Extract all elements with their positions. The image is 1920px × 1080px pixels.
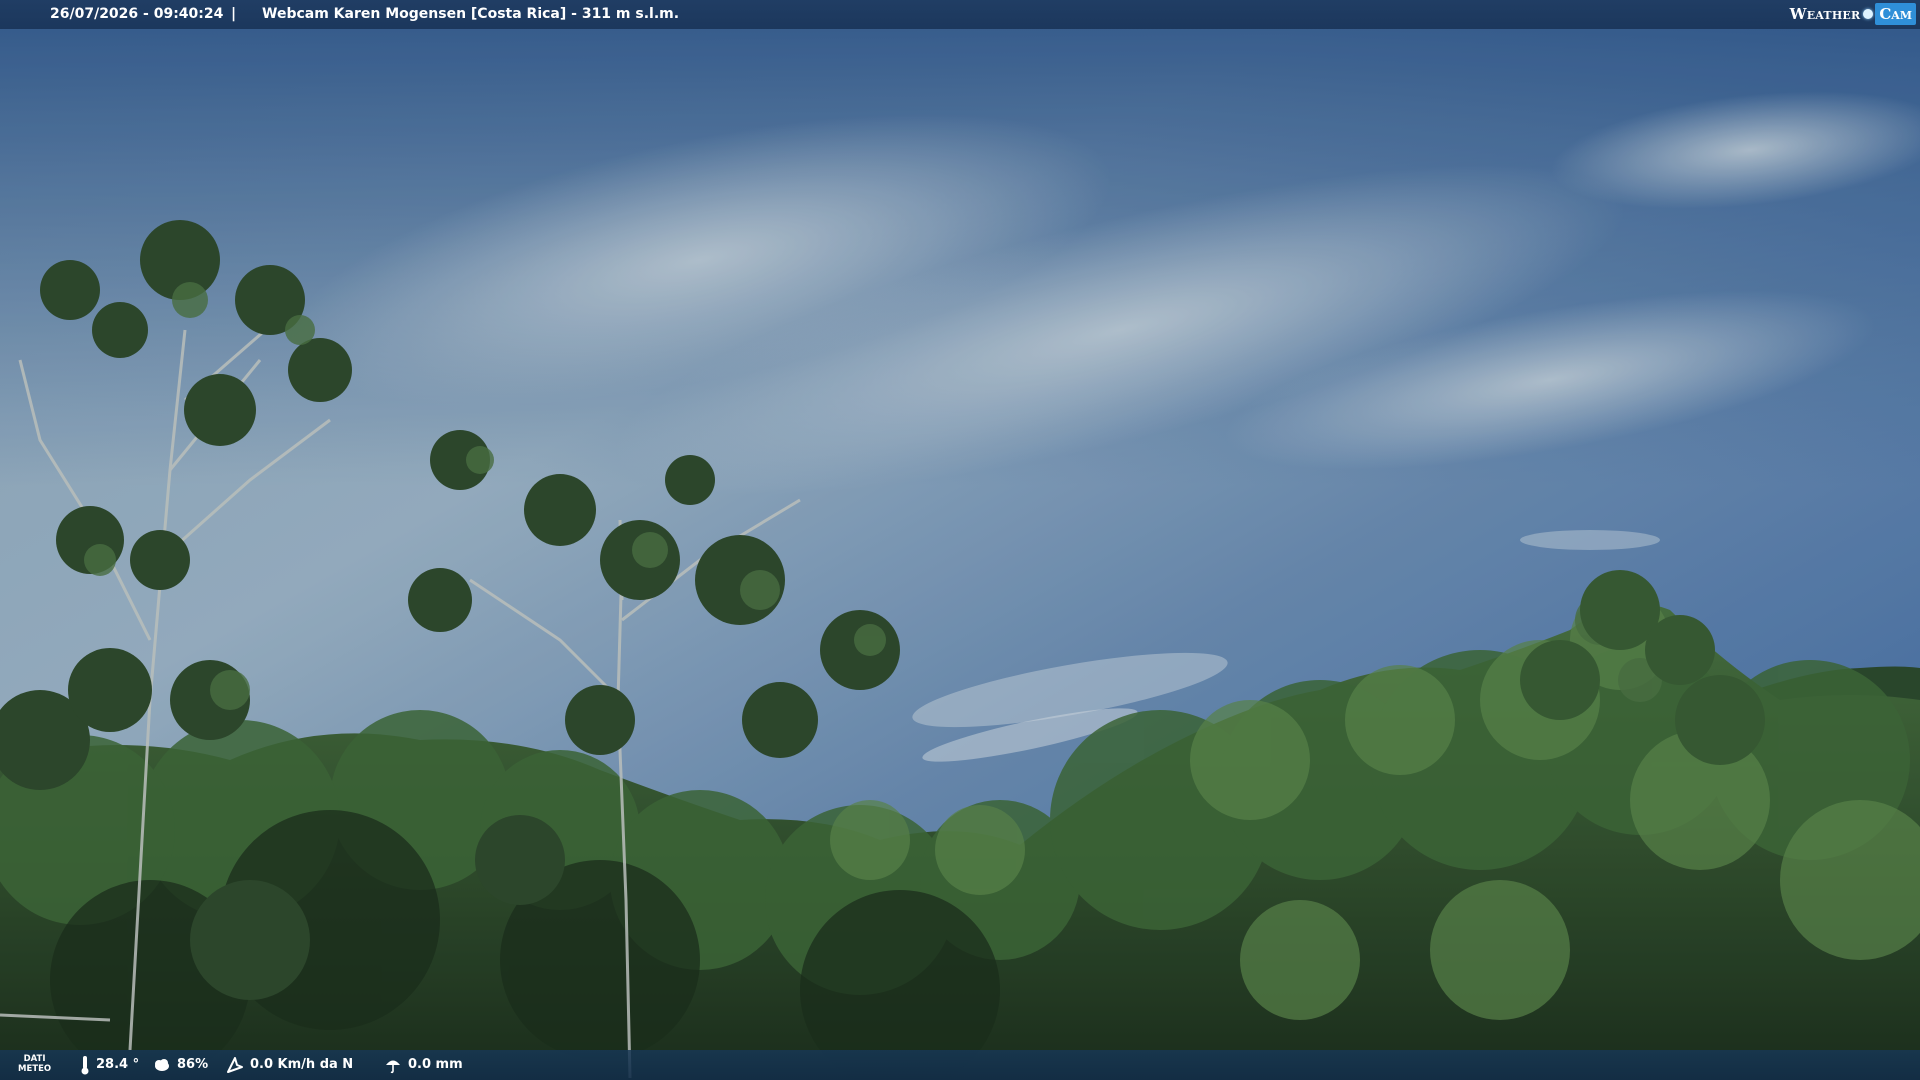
thermometer-icon: [81, 1056, 89, 1075]
wind-value: 0.0 Km/h da N: [250, 1057, 354, 1072]
rain-value: 0.0 mm: [408, 1057, 463, 1072]
dati-meteo-label: DATI METEO: [18, 1054, 51, 1074]
wind-reading: 0.0 Km/h da N: [226, 1050, 353, 1080]
separator: |: [231, 6, 237, 22]
temperature-reading: 28.4 °: [80, 1050, 139, 1080]
webcam-location: Webcam Karen Mogensen [Costa Rica] - 311…: [262, 6, 680, 22]
timestamp: 26/07/2026 - 09:40:24: [50, 6, 224, 22]
temperature-value: 28.4 °: [96, 1057, 140, 1072]
humidity-reading: 86%: [153, 1050, 208, 1080]
humidity-value: 86%: [177, 1057, 209, 1072]
rain-umbrella-icon: [386, 1060, 400, 1074]
wind-direction-icon: [227, 1057, 243, 1073]
weathercam-logo: Weather Cam: [1790, 3, 1916, 25]
humidity-cloud-icon: [155, 1059, 169, 1071]
rain-reading: 0.0 mm: [384, 1050, 463, 1080]
logo-cam-text: Cam: [1875, 3, 1916, 25]
dati-label-line2: METEO: [18, 1064, 52, 1074]
logo-weather-text: Weather: [1789, 5, 1861, 23]
logo-sun-icon: [1863, 9, 1874, 19]
top-overlay-bar: 26/07/2026 - 09:40:24 | Webcam Karen Mog…: [0, 0, 1920, 29]
webcam-image: [0, 0, 1920, 1080]
dati-label-line1: DATI: [23, 1054, 46, 1064]
weather-data-bar: DATI METEO 28.4 ° 86% 0.0 Km/h da N 0.0 …: [0, 1050, 1920, 1080]
